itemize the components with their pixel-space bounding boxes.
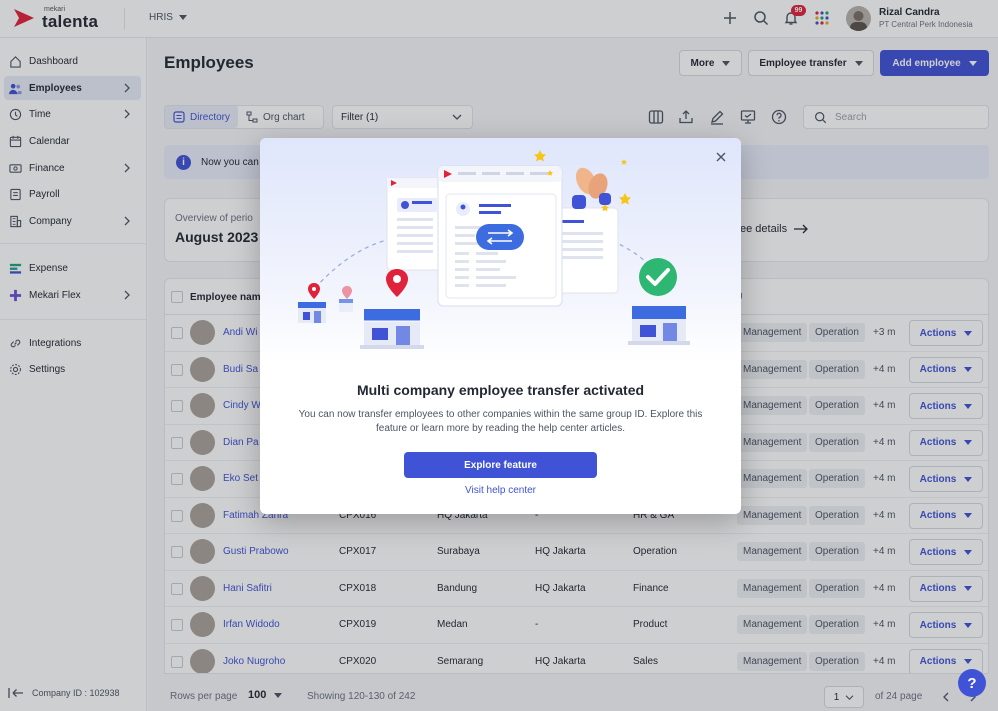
close-icon[interactable] [713, 149, 729, 165]
visit-help-center-link[interactable]: Visit help center [260, 485, 741, 496]
modal-title: Multi company employee transfer activate… [356, 382, 645, 398]
modal-description: You can now transfer employees to other … [298, 409, 703, 434]
transfer-illustration [260, 138, 741, 363]
help-button[interactable]: ? [958, 669, 986, 697]
explore-feature-button[interactable]: Explore feature [404, 452, 597, 478]
help-button-label: ? [967, 674, 977, 692]
feature-announcement-modal: Multi company employee transfer activate… [260, 138, 741, 514]
